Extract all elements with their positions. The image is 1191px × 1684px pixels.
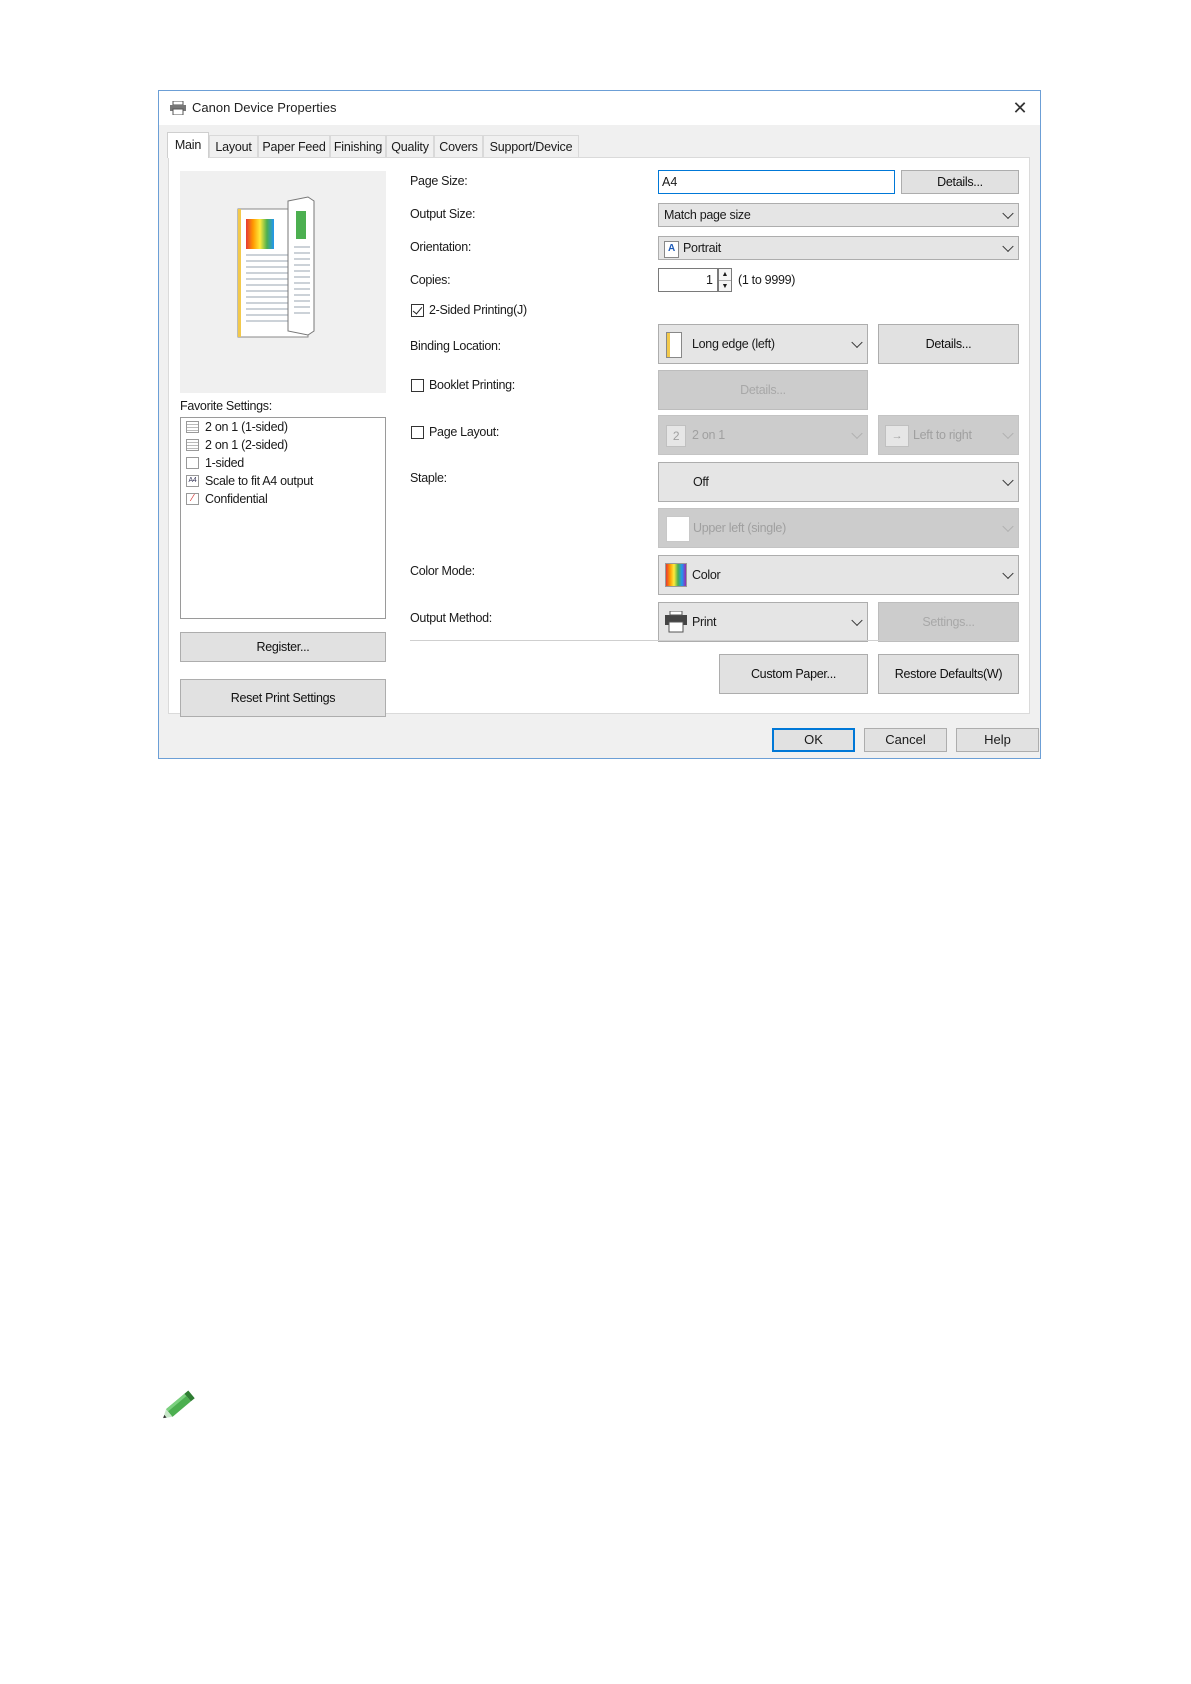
- staple-value: Off: [693, 475, 709, 489]
- right-arrow-icon: →: [885, 425, 909, 447]
- restore-defaults-button[interactable]: Restore Defaults(W): [878, 654, 1019, 694]
- tab-layout[interactable]: Layout: [209, 135, 258, 157]
- page-size-label: Page Size:: [410, 174, 468, 188]
- favorite-settings-label: Favorite Settings:: [180, 399, 272, 413]
- page-layout-value: 2 on 1: [692, 428, 725, 442]
- chevron-down-icon: [851, 336, 863, 349]
- favorite-item[interactable]: 1-sided: [181, 454, 385, 472]
- device-properties-window: Canon Device Properties ✕ Main Layout Pa…: [158, 90, 1041, 759]
- output-method-select[interactable]: Print: [658, 602, 868, 642]
- color-mode-value: Color: [692, 568, 721, 582]
- ok-button[interactable]: OK: [772, 728, 855, 752]
- staple-select[interactable]: Off: [658, 462, 1019, 502]
- staple-position-value: Upper left (single): [693, 521, 786, 535]
- one-sided-icon: [186, 457, 199, 469]
- two-on-one-icon: [186, 421, 199, 433]
- booklet-printing-checkbox[interactable]: [411, 379, 424, 392]
- staple-label: Staple:: [410, 471, 447, 485]
- register-button[interactable]: Register...: [180, 632, 386, 662]
- pages-per-sheet-icon: 2: [666, 425, 686, 447]
- divider: [410, 640, 1016, 641]
- chevron-down-icon: [1002, 240, 1014, 253]
- two-sided-printing-checkbox[interactable]: [411, 304, 424, 317]
- page-layout-select[interactable]: 2 2 on 1: [658, 415, 868, 455]
- binding-long-edge-icon: [666, 332, 682, 358]
- pencil-note-icon: [163, 1390, 195, 1419]
- output-size-select[interactable]: Match page size: [658, 203, 1019, 227]
- chevron-down-icon: [851, 427, 863, 440]
- color-mode-label: Color Mode:: [410, 564, 475, 578]
- printer-icon: [665, 611, 687, 633]
- chevron-down-icon: [1002, 474, 1014, 487]
- color-mode-select[interactable]: Color: [658, 555, 1019, 595]
- chevron-down-icon: [1002, 520, 1014, 533]
- custom-paper-button[interactable]: Custom Paper...: [719, 654, 868, 694]
- page-layout-label: Page Layout:: [429, 425, 500, 439]
- favorite-item-label: 1-sided: [205, 456, 244, 470]
- main-tab-panel: Favorite Settings: 2 on 1 (1-sided) 2 on…: [168, 157, 1030, 717]
- tab-covers[interactable]: Covers: [434, 135, 483, 157]
- help-button[interactable]: Help: [956, 728, 1039, 752]
- tab-main[interactable]: Main: [167, 132, 209, 158]
- orientation-select[interactable]: A Portrait: [658, 236, 1019, 260]
- chevron-down-icon: [1002, 427, 1014, 440]
- favorite-item[interactable]: 2 on 1 (2-sided): [181, 436, 385, 454]
- output-method-value: Print: [692, 615, 717, 629]
- two-sided-printing-label: 2-Sided Printing(J): [429, 303, 527, 317]
- orientation-label: Orientation:: [410, 240, 472, 254]
- spin-down-icon[interactable]: ▼: [719, 281, 731, 292]
- favorite-settings-list[interactable]: 2 on 1 (1-sided) 2 on 1 (2-sided) 1-side…: [180, 417, 386, 619]
- window-title: Canon Device Properties: [192, 100, 337, 115]
- output-size-label: Output Size:: [410, 207, 476, 221]
- printer-icon: [170, 101, 186, 115]
- booklet-details-button[interactable]: Details...: [658, 370, 868, 410]
- portrait-icon: A: [664, 241, 679, 258]
- output-method-label: Output Method:: [410, 611, 492, 625]
- close-icon[interactable]: ✕: [1008, 96, 1032, 120]
- a4-icon: A4: [186, 475, 199, 487]
- staple-position-select[interactable]: Upper left (single): [658, 508, 1019, 548]
- color-mode-icon: [665, 563, 687, 587]
- tab-paper-feed[interactable]: Paper Feed: [258, 135, 330, 157]
- chevron-down-icon: [1002, 567, 1014, 580]
- favorite-item-label: 2 on 1 (2-sided): [205, 438, 288, 452]
- binding-location-select[interactable]: Long edge (left): [658, 324, 868, 364]
- copies-spinner[interactable]: ▲ ▼: [718, 268, 732, 292]
- copies-range-hint: (1 to 9999): [738, 273, 796, 287]
- tab-support-device[interactable]: Support/Device: [483, 135, 579, 157]
- tab-quality[interactable]: Quality: [386, 135, 434, 157]
- page-layout-checkbox[interactable]: [411, 426, 424, 439]
- staple-position-icon: [666, 516, 690, 542]
- favorite-item[interactable]: 2 on 1 (1-sided): [181, 418, 385, 436]
- spin-up-icon[interactable]: ▲: [719, 269, 731, 281]
- copies-label: Copies:: [410, 273, 451, 287]
- page-order-select[interactable]: → Left to right: [878, 415, 1019, 455]
- tab-finishing[interactable]: Finishing: [330, 135, 386, 157]
- binding-details-button[interactable]: Details...: [878, 324, 1019, 364]
- orientation-value: Portrait: [683, 241, 721, 255]
- chevron-down-icon: [851, 614, 863, 627]
- output-method-settings-button[interactable]: Settings...: [878, 602, 1019, 642]
- favorite-item-label: Confidential: [205, 492, 268, 506]
- cancel-button[interactable]: Cancel: [864, 728, 947, 752]
- binding-location-value: Long edge (left): [692, 337, 775, 351]
- output-size-value: Match page size: [664, 208, 751, 222]
- copies-input[interactable]: 1: [658, 268, 718, 292]
- favorite-item-label: Scale to fit A4 output: [205, 474, 314, 488]
- page-order-value: Left to right: [913, 428, 972, 442]
- duplex-preview-image: [237, 196, 315, 338]
- two-on-one-duplex-icon: [186, 439, 199, 451]
- confidential-icon: ⁄: [186, 493, 199, 505]
- favorite-item-label: 2 on 1 (1-sided): [205, 420, 288, 434]
- chevron-down-icon: [1002, 207, 1014, 220]
- booklet-printing-label: Booklet Printing:: [429, 378, 515, 392]
- favorite-item[interactable]: ⁄ Confidential: [181, 490, 385, 508]
- favorite-item[interactable]: A4 Scale to fit A4 output: [181, 472, 385, 490]
- title-bar: Canon Device Properties ✕: [159, 91, 1040, 125]
- binding-location-label: Binding Location:: [410, 339, 501, 353]
- reset-print-settings-button[interactable]: Reset Print Settings: [180, 679, 386, 717]
- print-preview: [180, 171, 386, 393]
- page-size-details-button[interactable]: Details...: [901, 170, 1019, 194]
- page-size-field[interactable]: A4: [658, 170, 895, 194]
